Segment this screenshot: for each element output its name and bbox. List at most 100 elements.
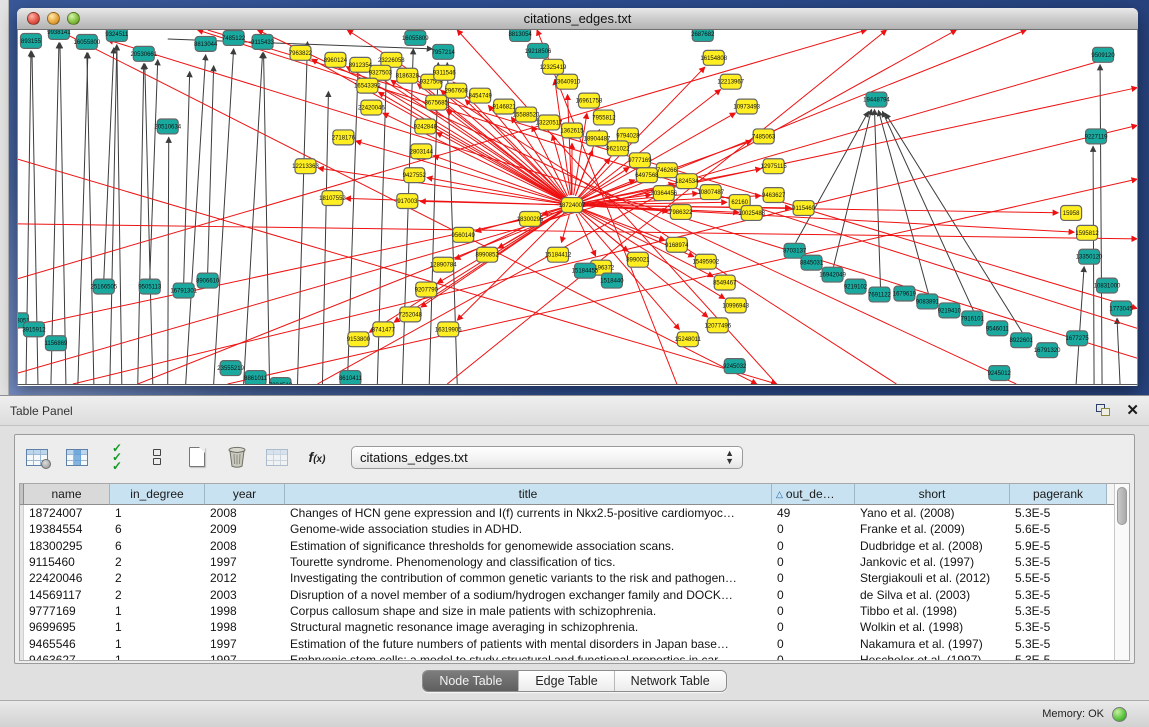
graph-node[interactable]: 15184455 — [572, 263, 599, 278]
graph-node[interactable]: 20510634 — [154, 119, 181, 134]
row-height-button[interactable] — [143, 443, 171, 471]
graph-node[interactable]: 8960124 — [324, 52, 348, 67]
graph-node[interactable]: 9777169 — [628, 153, 652, 168]
close-window-button[interactable] — [27, 12, 40, 25]
graph-node[interactable]: 16055800 — [74, 34, 101, 49]
table-row[interactable]: 969969511998Structural magnetic resonanc… — [20, 619, 1114, 635]
graph-node[interactable]: 18107552 — [319, 191, 346, 206]
graph-node[interactable]: 2718176 — [332, 130, 356, 145]
graph-node[interactable]: 8454749 — [469, 88, 493, 103]
graph-node[interactable]: 7485122 — [222, 30, 246, 45]
graph-node[interactable]: 1595812 — [1075, 225, 1099, 240]
table-row[interactable]: 946362711997Embryonic stem cells: a mode… — [20, 652, 1114, 660]
column-header-pagerank[interactable]: pagerank — [1010, 484, 1107, 505]
graph-node[interactable]: 16791320 — [1034, 343, 1061, 358]
graph-node[interactable]: 2687682 — [691, 30, 715, 41]
graph-node[interactable]: 9311546 — [433, 65, 457, 80]
graph-node[interactable]: 7485063 — [752, 129, 776, 144]
hub-node[interactable]: 18724007 — [559, 198, 586, 213]
graph-node[interactable]: 9505113 — [138, 279, 162, 294]
close-panel-icon[interactable]: ✕ — [1126, 403, 1139, 418]
graph-node[interactable]: 20530661 — [130, 46, 157, 61]
graph-node[interactable]: 1677275 — [1065, 331, 1089, 346]
graph-node[interactable]: 893155 — [20, 33, 41, 48]
graph-node[interactable]: 7963822 — [289, 45, 313, 60]
table-row[interactable]: 1830029562008Estimation of significance … — [20, 538, 1114, 554]
memory-ok-indicator[interactable] — [1112, 707, 1127, 722]
graph-node[interactable]: 10996943 — [722, 298, 749, 313]
graph-node[interactable]: 7916101 — [961, 311, 985, 326]
graph-node[interactable]: 12975115 — [761, 159, 788, 174]
graph-node[interactable]: 8990852 — [476, 247, 500, 262]
graph-node[interactable]: 9560149 — [452, 227, 476, 242]
function-builder-button[interactable]: f(x) — [303, 443, 331, 471]
graph-node[interactable]: 16055809 — [402, 30, 429, 45]
tab-edge-table[interactable]: Edge Table — [519, 671, 614, 691]
graph-node[interactable]: 16791301 — [170, 283, 197, 298]
graph-node[interactable]: 13350120 — [1076, 249, 1103, 264]
graph-node[interactable]: 16319905 — [435, 322, 462, 337]
tab-network-table[interactable]: Network Table — [615, 671, 726, 691]
graph-node[interactable]: 1362615 — [560, 123, 584, 138]
graph-node[interactable]: 12213363 — [292, 159, 319, 174]
graph-node[interactable]: 15248011 — [675, 332, 702, 347]
graph-node[interactable]: 22420046 — [358, 100, 385, 115]
column-header-name[interactable]: name — [24, 484, 110, 505]
graph-node[interactable]: 9168974 — [665, 237, 689, 252]
zoom-window-button[interactable] — [67, 12, 80, 25]
graph-node[interactable]: 25166505 — [91, 279, 118, 294]
graph-node[interactable]: 15184412 — [545, 247, 572, 262]
graph-node[interactable]: 9427552 — [403, 168, 427, 183]
graph-node[interactable]: 15958 — [1061, 206, 1082, 221]
graph-node[interactable]: 9245032 — [723, 359, 747, 374]
graph-node[interactable]: 9245012 — [988, 366, 1012, 381]
graph-node[interactable]: 18300295 — [517, 211, 544, 226]
float-panel-icon[interactable] — [1096, 404, 1112, 418]
graph-node[interactable]: 8990021 — [626, 252, 650, 267]
column-header-out_de[interactable]: △out_de… — [772, 484, 855, 505]
table-select-dropdown[interactable]: citations_edges.txt ▲▼ — [351, 446, 743, 469]
table-row[interactable]: 1872400712008Changes of HCN gene express… — [20, 505, 1114, 521]
graph-node[interactable]: 1773045 — [1109, 301, 1133, 316]
graph-node[interactable]: 8741477 — [372, 322, 396, 337]
column-header-year[interactable]: year — [205, 484, 285, 505]
select-column-button[interactable] — [63, 443, 91, 471]
table-row[interactable]: 1456911722003Disruption of a novel membe… — [20, 586, 1114, 602]
graph-node[interactable]: 9227119 — [1085, 129, 1109, 144]
table-row[interactable]: 2242004622012Investigating the contribut… — [20, 570, 1114, 586]
graph-node[interactable]: 1824534 — [675, 174, 699, 189]
vertical-scrollbar[interactable] — [1114, 484, 1129, 660]
graph-node[interactable]: 746266 — [656, 163, 677, 178]
column-header-short[interactable]: short — [855, 484, 1010, 505]
graph-node[interactable]: 9115460 — [792, 201, 816, 216]
graph-node[interactable]: 2967608 — [445, 83, 469, 98]
graph-node[interactable]: 7691122 — [868, 287, 892, 302]
graph-node[interactable]: 12325419 — [540, 59, 567, 74]
table-row[interactable]: 977716911998Corpus callosum shape and si… — [20, 603, 1114, 619]
graph-node[interactable]: 8186328 — [396, 68, 420, 83]
graph-node[interactable]: 3915912 — [22, 322, 46, 337]
graph-node[interactable]: 8922601 — [1010, 333, 1034, 348]
graph-node[interactable]: 9115433 — [251, 34, 275, 49]
graph-node[interactable]: 10025488 — [738, 206, 765, 221]
graph-node[interactable]: 19448794 — [863, 92, 890, 107]
graph-node[interactable]: 19218506 — [525, 43, 552, 58]
graph-node[interactable]: 7957214 — [432, 44, 456, 59]
graph-node[interactable]: 8906610 — [196, 273, 220, 288]
graph-node[interactable]: 1156869 — [45, 336, 69, 351]
graph-node[interactable]: 8861011 — [244, 371, 268, 384]
graph-node[interactable]: 8549467 — [713, 275, 737, 290]
graph-node[interactable]: 12213967 — [717, 74, 744, 89]
graph-node[interactable]: 9509120 — [1091, 47, 1115, 62]
graph-node[interactable]: 9938141 — [47, 30, 71, 39]
table-settings-button[interactable] — [23, 443, 51, 471]
graph-node[interactable]: 8813044 — [194, 36, 218, 51]
select-rows-button[interactable]: ✓✓✓ — [103, 443, 131, 471]
minimize-window-button[interactable] — [47, 12, 60, 25]
graph-node[interactable]: 1518440 — [600, 273, 624, 288]
graph-node[interactable]: 9546011 — [986, 321, 1010, 336]
graph-node[interactable]: 8813054 — [508, 30, 532, 41]
graph-node[interactable]: 13640910 — [554, 74, 581, 89]
delete-table-button[interactable] — [223, 443, 251, 471]
network-window[interactable]: citations_edges.txt 79638228960124891235… — [17, 8, 1138, 386]
